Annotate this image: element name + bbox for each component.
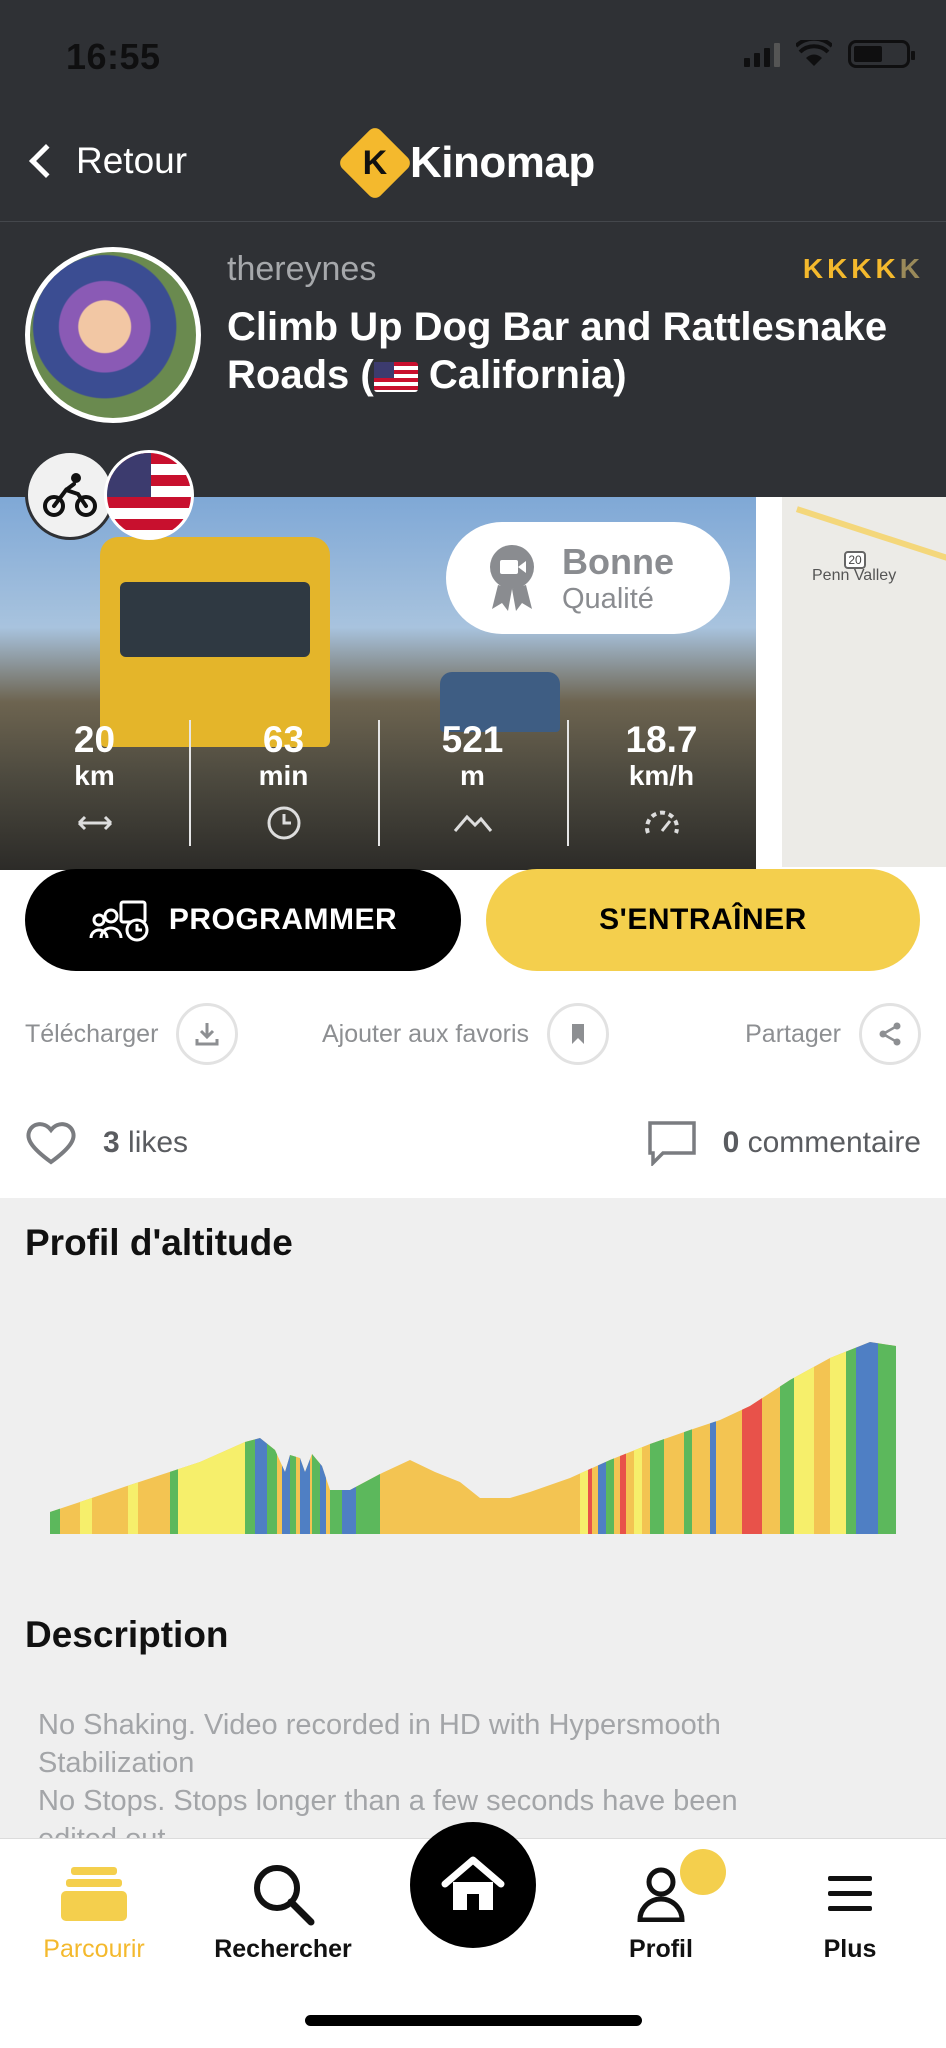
logo-text: Kinomap	[410, 138, 595, 187]
layers-icon	[61, 1867, 127, 1921]
quality-label: Bonne	[562, 540, 674, 582]
back-button[interactable]: Retour	[20, 140, 187, 182]
favorite-action[interactable]: Ajouter aux favoris	[322, 1003, 610, 1065]
likes-button[interactable]: 3 likes	[25, 1120, 188, 1166]
clock-icon	[267, 806, 300, 840]
tab-rechercher[interactable]: Rechercher	[203, 1859, 363, 1964]
stat-duration: 63 min	[189, 720, 378, 850]
rating-k-icon: K	[875, 253, 896, 284]
status-time: 16:55	[66, 36, 161, 77]
wifi-icon	[796, 40, 832, 66]
description-title: Description	[25, 1614, 229, 1655]
battery-icon	[848, 40, 915, 68]
back-label: Retour	[76, 140, 188, 181]
quality-badge: Bonne Qualité	[446, 522, 730, 634]
tab-plus[interactable]: Plus	[770, 1859, 930, 1964]
rating-stars: K K K K K	[803, 253, 920, 285]
group-calendar-icon	[89, 900, 149, 942]
social-row: 3 likes 0 commentaire	[25, 1120, 921, 1176]
quality-sublabel: Qualité	[562, 582, 654, 615]
author-avatar[interactable]	[25, 247, 201, 423]
download-icon[interactable]	[176, 1003, 239, 1065]
cellular-signal-icon	[744, 41, 780, 67]
share-action[interactable]: Partager	[745, 1003, 921, 1065]
author-name[interactable]: thereynes	[227, 250, 376, 289]
rating-k-icon: K	[899, 253, 920, 284]
stat-speed: 18.7 km/h	[567, 720, 756, 850]
tab-label: Profil	[629, 1935, 693, 1963]
share-icon[interactable]	[859, 1003, 921, 1065]
download-action[interactable]: Télécharger	[25, 1003, 239, 1065]
rating-k-icon: K	[827, 253, 848, 284]
stat-distance: 20 km	[0, 720, 189, 850]
video-quality-icon	[490, 545, 534, 611]
heart-icon	[26, 1122, 76, 1165]
country-flag-icon	[104, 450, 194, 540]
rating-k-icon: K	[851, 253, 872, 284]
kinomap-logo-icon: K	[336, 124, 414, 202]
tab-label: Rechercher	[214, 1935, 352, 1963]
likes-label: likes	[128, 1126, 189, 1159]
favorite-label: Ajouter aux favoris	[322, 1019, 530, 1048]
cycling-icon	[25, 450, 115, 540]
download-label: Télécharger	[25, 1019, 159, 1048]
comment-icon	[647, 1121, 696, 1166]
route-stats: 20 km 63 min 521 m 18.7 km/h	[0, 720, 756, 850]
bookmark-icon[interactable]	[547, 1003, 610, 1065]
kinomap-logo: K Kinomap	[336, 124, 595, 202]
menu-icon	[828, 1876, 872, 1911]
home-indicator	[305, 2015, 642, 2026]
rating-k-icon: K	[802, 253, 824, 284]
tab-parcourir[interactable]: Parcourir	[14, 1859, 174, 1964]
us-flag-icon	[373, 362, 418, 392]
share-label: Partager	[745, 1019, 841, 1048]
stat-elevation: 521 m	[378, 720, 567, 850]
user-icon	[637, 1867, 685, 1922]
elevation-title: Profil d'altitude	[25, 1222, 293, 1263]
program-button[interactable]: PROGRAMMER	[25, 869, 461, 971]
status-icons	[744, 40, 915, 68]
home-icon	[441, 1856, 505, 1910]
speedometer-icon	[644, 810, 679, 834]
train-button[interactable]: S'ENTRAÎNER	[486, 869, 920, 971]
comments-button[interactable]: 0 commentaire	[647, 1120, 921, 1166]
action-row: Télécharger Ajouter aux favoris Partager	[25, 1003, 921, 1067]
route-title: Climb Up Dog Bar and Rattlesnake Roads (…	[227, 305, 888, 397]
profile-notification-badge	[680, 1849, 726, 1895]
elevation-icon	[453, 814, 492, 832]
tab-label: Parcourir	[43, 1935, 145, 1963]
comments-label: commentaire	[747, 1126, 921, 1159]
chevron-left-icon	[29, 144, 63, 178]
program-label: PROGRAMMER	[168, 903, 398, 936]
likes-count: 3	[103, 1126, 120, 1159]
distance-arrows-icon	[77, 815, 112, 831]
route-map-preview[interactable]: 20 Penn Valley	[782, 497, 946, 867]
home-button[interactable]	[410, 1822, 536, 1948]
comments-count: 0	[722, 1126, 740, 1159]
search-icon	[254, 1865, 315, 1926]
map-place-label: Penn Valley	[812, 567, 897, 584]
navigation-bar: Retour K Kinomap	[0, 124, 946, 222]
elevation-profile-chart	[50, 1342, 896, 1534]
train-label: S'ENTRAÎNER	[599, 903, 807, 936]
tab-label: Plus	[823, 1935, 877, 1963]
